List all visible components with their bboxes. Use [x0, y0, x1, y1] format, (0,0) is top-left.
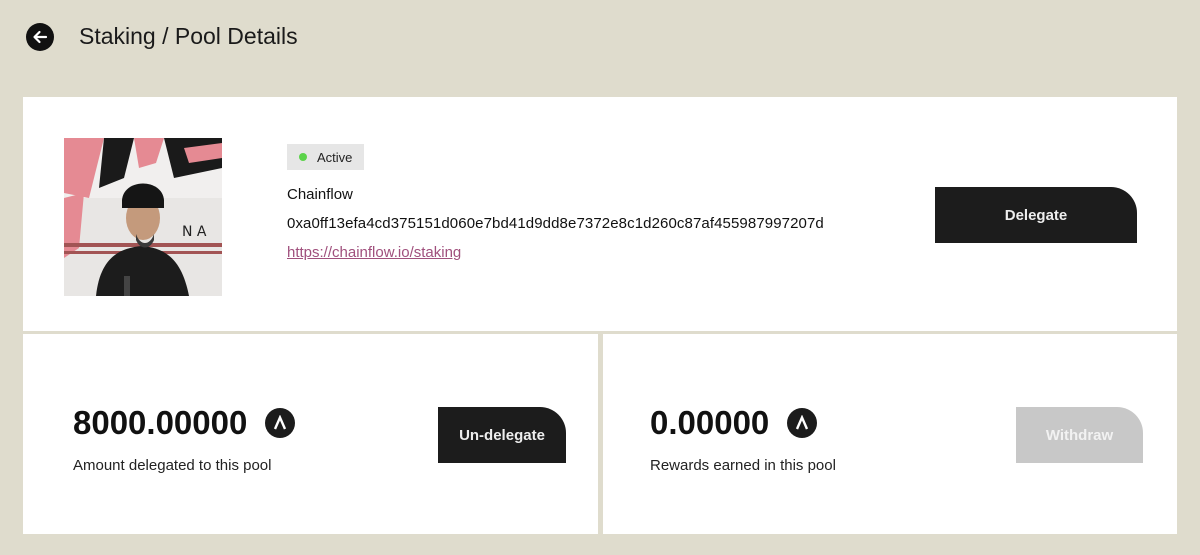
delegated-caption: Amount delegated to this pool — [73, 457, 272, 474]
pool-website-link[interactable]: https://chainflow.io/staking — [287, 244, 461, 261]
pool-info-card: N A Active Chainflow 0xa0ff13efa4cd37515… — [23, 97, 1177, 331]
pool-address: 0xa0ff13efa4cd375151d060e7bd41d9dd8e7372… — [287, 215, 824, 232]
rewards-card: 0.00000 Rewards earned in this pool With… — [603, 334, 1177, 534]
arrow-left-icon — [33, 30, 48, 44]
status-badge: Active — [287, 144, 365, 170]
delegate-button[interactable]: Delegate — [935, 187, 1137, 243]
status-label: Active — [317, 149, 353, 165]
status-dot-icon — [299, 153, 307, 161]
pool-avatar: N A — [64, 138, 222, 296]
pool-name: Chainflow — [287, 186, 353, 203]
token-a-icon — [787, 408, 818, 438]
delegated-amount: 8000.00000 — [73, 404, 248, 441]
page-title: Staking / Pool Details — [79, 23, 298, 49]
back-button[interactable] — [26, 23, 54, 51]
withdraw-button[interactable]: Withdraw — [1016, 407, 1143, 463]
delegated-card: 8000.00000 Amount delegated to this pool… — [23, 334, 598, 534]
rewards-amount-row: 0.00000 — [650, 403, 818, 443]
undelegate-button[interactable]: Un-delegate — [438, 407, 566, 463]
svg-text:N A: N A — [182, 224, 207, 240]
rewards-amount: 0.00000 — [650, 404, 770, 441]
token-a-icon — [265, 408, 296, 438]
delegated-amount-row: 8000.00000 — [73, 403, 296, 443]
rewards-caption: Rewards earned in this pool — [650, 457, 836, 474]
